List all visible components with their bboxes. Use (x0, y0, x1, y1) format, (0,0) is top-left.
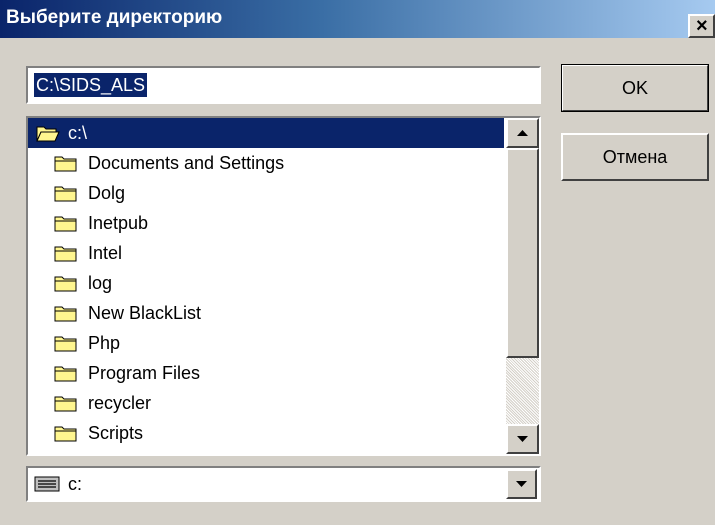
arrow-down-icon (517, 436, 528, 442)
folder-item-label: Scripts (88, 423, 144, 443)
folder-icon (54, 276, 77, 292)
select-directory-dialog: Выберите директорию × C:\SIDS_ALS OK Отм… (0, 0, 715, 525)
folder-item-label: Inetpub (88, 213, 149, 233)
drive-select[interactable]: c: (26, 466, 541, 502)
ok-button[interactable]: OK (561, 64, 709, 112)
folder-icon (54, 426, 77, 442)
path-input-value: C:\SIDS_ALS (34, 73, 148, 97)
folder-icon (54, 396, 77, 412)
folder-item-label: Program Files (88, 363, 201, 383)
drive-dropdown-button[interactable] (506, 469, 537, 499)
folder-item[interactable]: Php (28, 328, 504, 358)
folder-item-label: Dolg (88, 183, 126, 203)
folder-item[interactable]: log (28, 268, 504, 298)
folder-item[interactable]: Scripts (28, 418, 504, 448)
folder-icon (54, 246, 77, 262)
window-title: Выберите директорию (6, 7, 223, 28)
drive-select-value: c: (68, 474, 83, 494)
cancel-button[interactable]: Отмена (561, 133, 709, 181)
title-bar[interactable]: Выберите директорию × (0, 0, 715, 38)
folder-item[interactable]: Inetpub (28, 208, 504, 238)
close-icon: × (696, 15, 708, 37)
folder-icon (54, 186, 77, 202)
folder-icon (54, 366, 77, 382)
folder-item-label: Intel (88, 243, 123, 263)
folder-list-scrollbar[interactable] (506, 118, 539, 454)
folder-item[interactable]: recycler (28, 388, 504, 418)
folder-icon (54, 336, 77, 352)
scroll-down-button[interactable] (506, 424, 539, 454)
folder-item-label: Documents and Settings (88, 153, 285, 173)
scroll-up-button[interactable] (506, 118, 539, 148)
folder-list[interactable]: c:\ Documents and Settings Dolg Inetpub (26, 116, 541, 456)
arrow-up-icon (517, 130, 528, 136)
folder-item-label: c:\ (68, 123, 88, 143)
folder-item-label: New BlackList (88, 303, 202, 323)
folder-item[interactable]: Documents and Settings (28, 148, 504, 178)
folder-icon (54, 216, 77, 232)
folder-item-label: log (88, 273, 113, 293)
folder-icon (54, 156, 77, 172)
folder-item-label: Php (88, 333, 121, 353)
folder-icon (54, 306, 77, 322)
folder-item[interactable]: Dolg (28, 178, 504, 208)
scroll-thumb[interactable] (506, 148, 539, 358)
drive-icon (34, 476, 60, 492)
path-input[interactable]: C:\SIDS_ALS (26, 66, 541, 104)
chevron-down-icon (516, 481, 527, 487)
folder-item[interactable]: Program Files (28, 358, 504, 388)
folder-item-label: recycler (88, 393, 152, 413)
open-folder-icon (36, 126, 60, 142)
folder-item-root[interactable]: c:\ (28, 118, 504, 148)
folder-item[interactable]: Intel (28, 238, 504, 268)
folder-item[interactable]: New BlackList (28, 298, 504, 328)
close-button[interactable]: × (688, 14, 715, 38)
